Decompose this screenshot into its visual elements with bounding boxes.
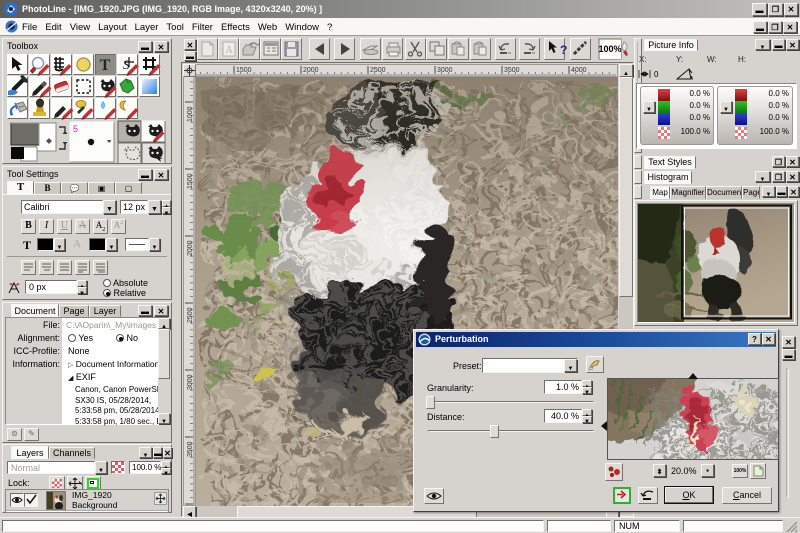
svg-text:4000: 4000 — [571, 67, 587, 74]
svg-text:A: A — [225, 45, 233, 56]
svg-text:2000: 2000 — [303, 67, 319, 74]
svg-text:100%: 100% — [598, 44, 621, 54]
svg-text:2500: 2500 — [370, 67, 386, 74]
svg-text:5: 5 — [73, 124, 78, 134]
svg-text:3500: 3500 — [504, 67, 520, 74]
svg-text:T: T — [100, 57, 111, 74]
svg-text:3000: 3000 — [437, 67, 453, 74]
svg-text:0: 0 — [654, 70, 659, 79]
svg-text:?: ? — [560, 43, 567, 57]
svg-text:1500: 1500 — [236, 67, 252, 74]
